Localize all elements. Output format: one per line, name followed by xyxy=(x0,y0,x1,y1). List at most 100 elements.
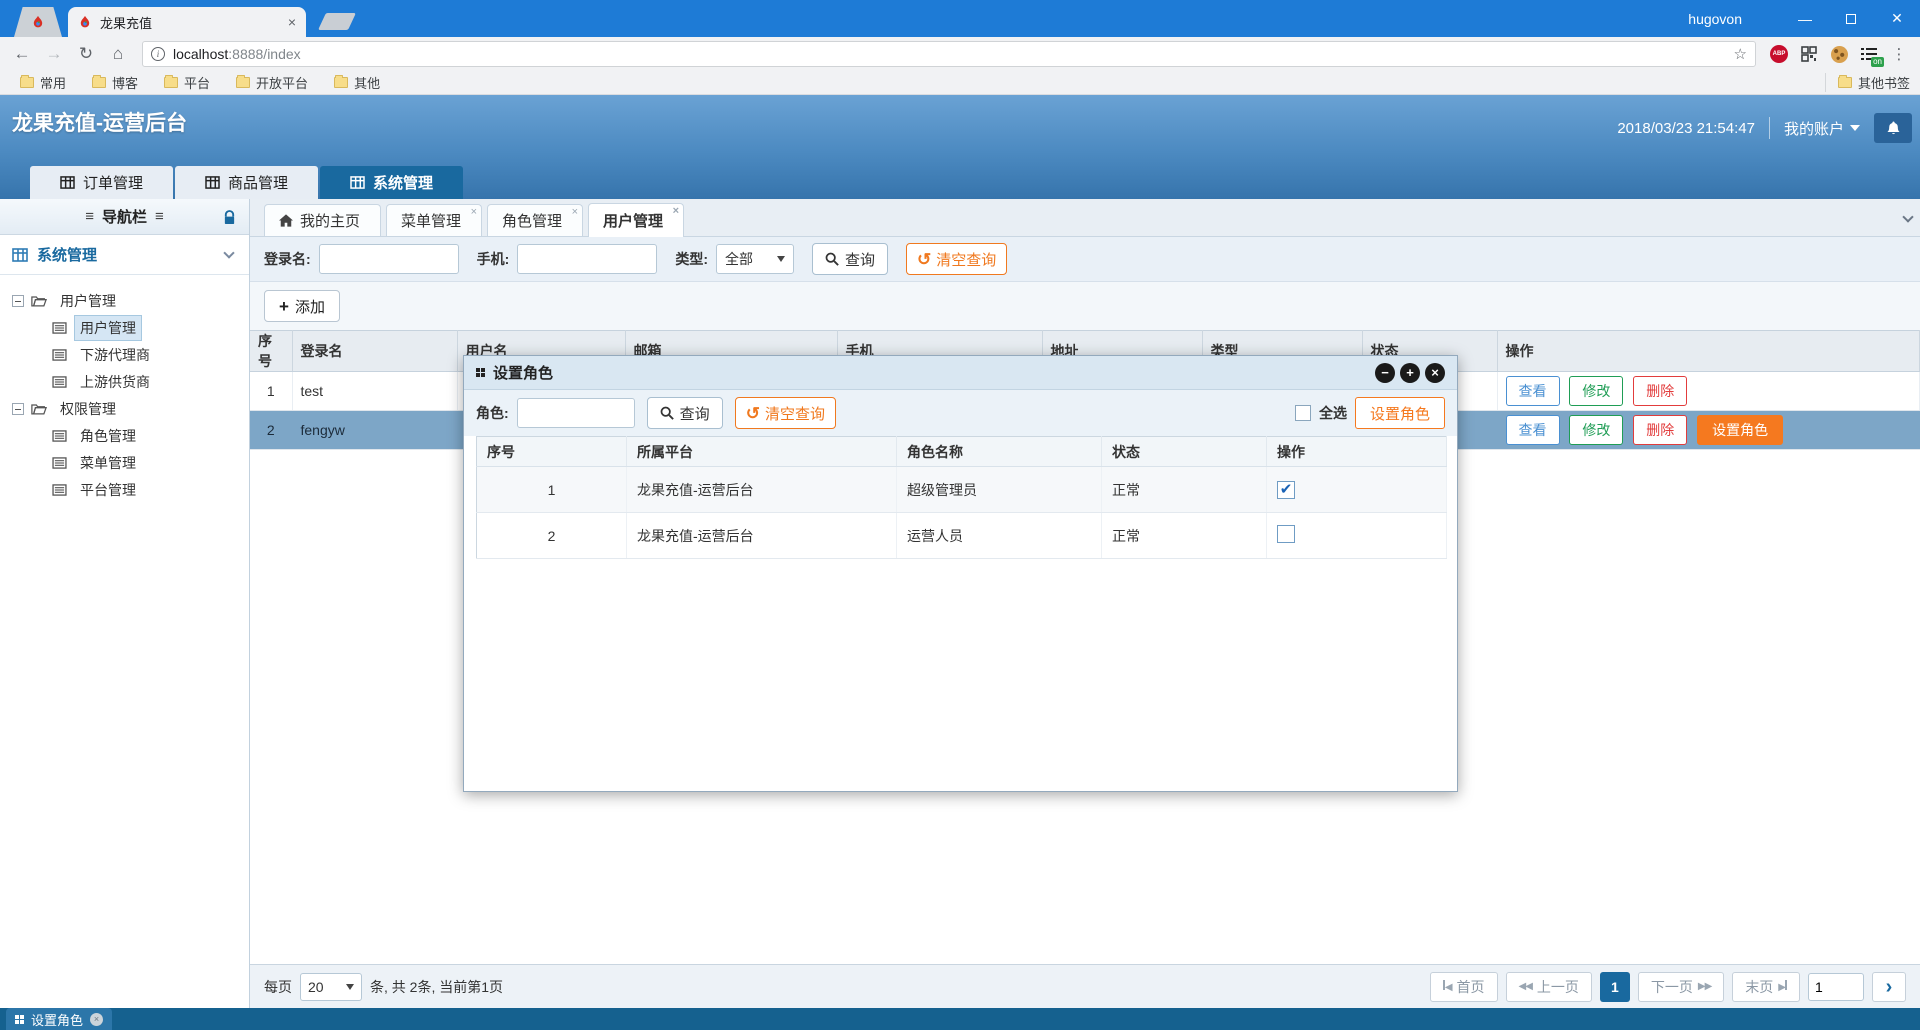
type-label: 类型: xyxy=(675,251,709,267)
query-button[interactable]: 查询 xyxy=(812,243,889,275)
tab-close-icon[interactable]: × xyxy=(471,206,477,218)
window-minimize-button[interactable]: — xyxy=(1782,0,1828,37)
set-role-button[interactable]: 设置角色 xyxy=(1697,415,1784,445)
sidebar-section-system-mgmt[interactable]: 系统管理 xyxy=(0,235,249,275)
dialog-close-button[interactable]: × xyxy=(1425,362,1445,383)
adblock-extension-icon[interactable]: ABP xyxy=(1766,41,1792,67)
reload-icon[interactable]: ↻ xyxy=(72,40,100,68)
table-row[interactable]: 1 龙果充值-运营后台 超级管理员 正常 ✔ xyxy=(476,466,1447,513)
other-bookmarks[interactable]: 其他书签 xyxy=(1824,73,1910,92)
tab-role-mgmt[interactable]: 角色管理 × xyxy=(487,204,584,236)
first-page-button[interactable]: ◀ 首页 xyxy=(1429,971,1498,1002)
view-button[interactable]: 查看 xyxy=(1505,415,1560,445)
tree-item-menu-mgmt[interactable]: 菜单管理 xyxy=(12,449,249,476)
my-account-menu[interactable]: 我的账户 xyxy=(1784,118,1860,139)
role-label: 角色: xyxy=(476,405,509,421)
bookmark-folder[interactable]: 常用 xyxy=(10,73,76,92)
dialog-set-role-button[interactable]: 设置角色 xyxy=(1354,397,1445,429)
tab-close-icon[interactable]: × xyxy=(673,205,679,217)
bookmark-folder[interactable]: 开放平台 xyxy=(226,73,318,92)
collapse-icon[interactable] xyxy=(12,402,24,415)
tree-item-user-mgmt[interactable]: 用户管理 xyxy=(12,314,249,341)
nav-tab-system-mgmt[interactable]: 系统管理 xyxy=(320,166,463,199)
taskbar-item-close-icon[interactable]: × xyxy=(90,1012,104,1026)
nav-tab-order-mgmt[interactable]: 订单管理 xyxy=(30,166,173,199)
browser-toolbar: ← → ↻ ⌂ i localhost:8888/index ☆ ABP on … xyxy=(0,37,1920,71)
view-button[interactable]: 查看 xyxy=(1505,376,1560,406)
browser-menu-icon[interactable]: ⋮ xyxy=(1886,41,1912,67)
pinned-tab[interactable] xyxy=(14,7,62,37)
goto-page-input[interactable] xyxy=(1808,972,1864,1001)
folder-icon xyxy=(236,75,251,88)
tree-folder-permission-mgmt[interactable]: 权限管理 xyxy=(12,395,249,422)
role-input[interactable] xyxy=(516,398,635,428)
phone-input[interactable] xyxy=(517,244,658,274)
tab-close-icon[interactable]: × xyxy=(288,15,296,29)
chevron-down-icon xyxy=(346,983,354,990)
table-row[interactable]: 2 龙果充值-运营后台 运营人员 正常 xyxy=(476,512,1447,559)
goto-page-button[interactable]: › xyxy=(1872,971,1906,1002)
dialog-clear-query-button[interactable]: ↺ 清空查询 xyxy=(734,397,836,429)
lock-icon xyxy=(224,209,234,224)
prev-page-button[interactable]: ◀◀ 上一页 xyxy=(1505,971,1592,1002)
edit-button[interactable]: 修改 xyxy=(1569,415,1624,445)
bookmark-folder[interactable]: 博客 xyxy=(82,73,148,92)
next-page-button[interactable]: 下一页 ▶▶ xyxy=(1637,971,1725,1002)
delete-button[interactable]: 删除 xyxy=(1633,376,1688,406)
clear-query-button[interactable]: ↺ 清空查询 xyxy=(906,243,1008,275)
qr-extension-icon[interactable] xyxy=(1796,41,1822,67)
tab-overflow-chevron-icon[interactable] xyxy=(1902,211,1914,223)
tab-my-home[interactable]: 我的主页 xyxy=(264,204,382,236)
bookmark-folder[interactable]: 平台 xyxy=(154,73,220,92)
select-all-checkbox[interactable] xyxy=(1294,405,1311,421)
nav-tab-product-mgmt[interactable]: 商品管理 xyxy=(175,166,318,199)
current-page-button[interactable]: 1 xyxy=(1599,971,1630,1002)
tree-item-platform-mgmt[interactable]: 平台管理 xyxy=(12,476,249,503)
address-bar[interactable]: i localhost:8888/index ☆ xyxy=(142,41,1756,67)
forward-icon[interactable]: → xyxy=(40,40,68,68)
active-browser-tab[interactable]: 龙果充值 × xyxy=(68,7,306,37)
taskbar-item-set-role[interactable]: 设置角色 × xyxy=(6,1008,113,1030)
role-checkbox-checked[interactable]: ✔ xyxy=(1277,480,1295,499)
notification-bell-button[interactable] xyxy=(1874,113,1912,143)
page-info-icon[interactable]: i xyxy=(151,47,165,61)
per-page-select[interactable]: 20 xyxy=(300,972,362,1001)
tab-user-mgmt[interactable]: 用户管理 × xyxy=(588,203,685,237)
sidebar-lock-button[interactable] xyxy=(217,205,241,229)
tree-item-role-mgmt[interactable]: 角色管理 xyxy=(12,422,249,449)
new-tab-button[interactable] xyxy=(318,13,356,30)
bookmark-star-icon[interactable]: ☆ xyxy=(1734,45,1747,63)
edit-button[interactable]: 修改 xyxy=(1569,376,1624,406)
dialog-minimize-button[interactable]: − xyxy=(1375,362,1395,383)
bookmark-folder[interactable]: 其他 xyxy=(324,73,390,92)
tree-item-upstream-suppliers[interactable]: 上游供货商 xyxy=(12,368,249,395)
back-icon[interactable]: ← xyxy=(8,40,36,68)
dialog-maximize-button[interactable]: + xyxy=(1400,362,1420,383)
home-icon[interactable]: ⌂ xyxy=(104,40,132,68)
browser-profile-name[interactable]: hugovon xyxy=(1688,11,1742,27)
window-restore-button[interactable] xyxy=(1828,0,1874,37)
window-close-button[interactable]: ✕ xyxy=(1874,0,1920,37)
chevron-down-icon[interactable] xyxy=(223,247,235,259)
browser-tab-strip: 龙果充值 × hugovon — ✕ xyxy=(0,0,1920,37)
tree-item-downstream-agents[interactable]: 下游代理商 xyxy=(12,341,249,368)
login-name-input[interactable] xyxy=(318,244,459,274)
bookmarks-bar: 常用 博客 平台 开放平台 其他 其他书签 xyxy=(0,71,1920,95)
dialog-query-button[interactable]: 查询 xyxy=(646,397,723,429)
type-select[interactable]: 全部 xyxy=(716,244,795,274)
last-page-button[interactable]: 末页 ▶ xyxy=(1732,971,1800,1002)
tab-close-icon[interactable]: × xyxy=(572,206,578,218)
add-button[interactable]: + 添加 xyxy=(264,290,340,322)
tab-menu-mgmt[interactable]: 菜单管理 × xyxy=(386,204,483,236)
delete-button[interactable]: 删除 xyxy=(1633,415,1688,445)
cookie-extension-icon[interactable] xyxy=(1826,41,1852,67)
dialog-title-bar[interactable]: 设置角色 − + × xyxy=(464,356,1457,390)
grid-icon xyxy=(350,176,365,189)
folder-icon xyxy=(164,75,179,88)
list-extension-icon[interactable]: on xyxy=(1856,41,1884,67)
pagination-bar: 每页 20 条, 共 2条, 当前第1页 ◀ 首页 ◀◀ 上一页 1 下一页 ▶▶ 末… xyxy=(250,964,1920,1008)
collapse-icon[interactable] xyxy=(12,294,24,307)
reset-icon: ↺ xyxy=(745,403,760,423)
role-checkbox-unchecked[interactable] xyxy=(1277,525,1295,543)
tree-folder-user-mgmt[interactable]: 用户管理 xyxy=(12,287,249,314)
